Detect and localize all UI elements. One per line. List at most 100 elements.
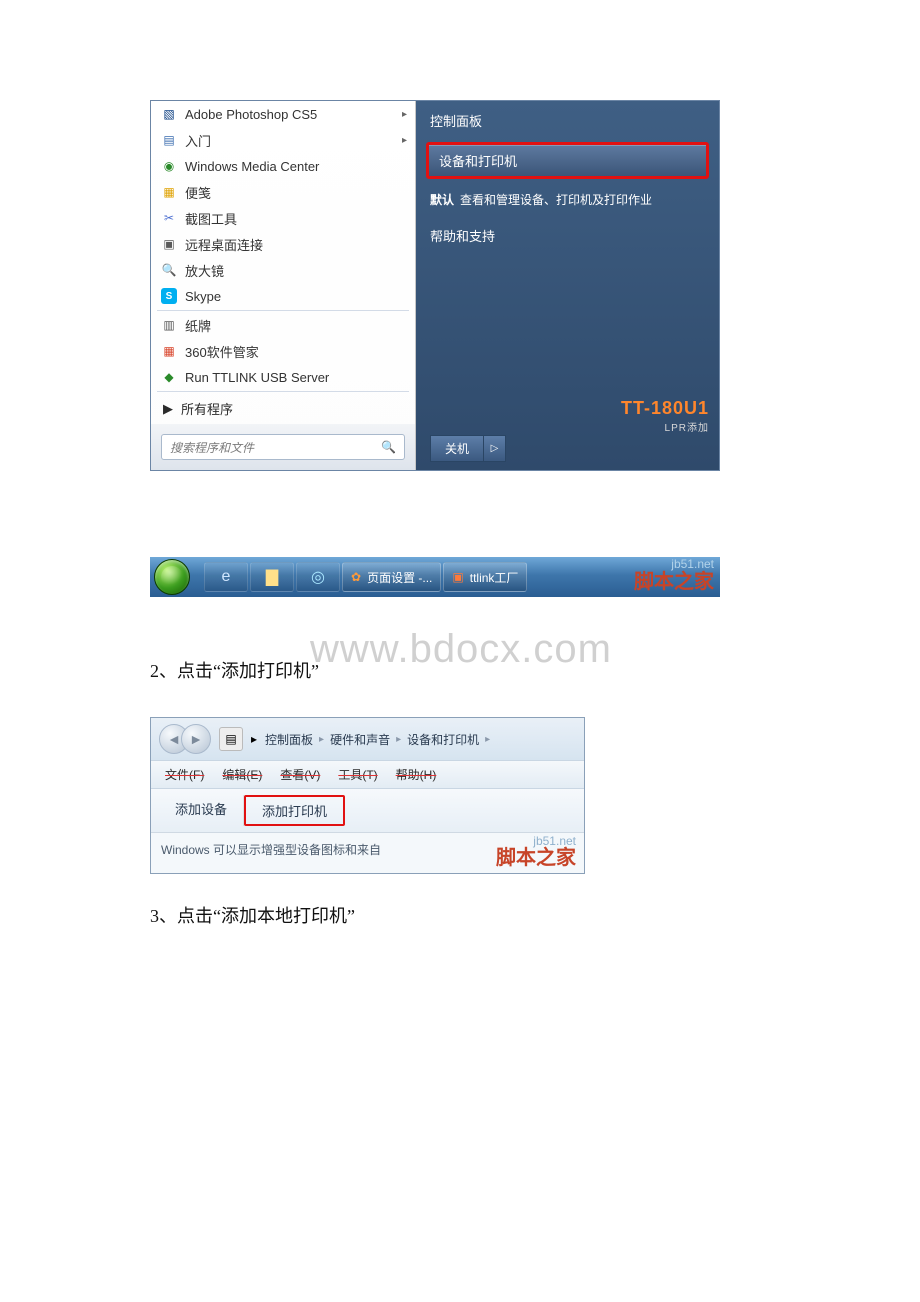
menu-file[interactable]: 文件(F) [157,764,212,785]
start-menu-right-panel: 控制面板 设备和打印机 默认 查看和管理设备、打印机及打印作业 帮助和支持 TT… [416,101,719,470]
scissors-icon: ✂ [161,210,177,226]
shutdown-button[interactable]: 关机 [430,435,484,462]
default-label: 默认 [430,191,454,208]
start-menu-left-panel: ▧ Adobe Photoshop CS5 ▸ ▤ 入门 ▸ ◉ Windows… [151,101,416,470]
info-text: Windows 可以显示增强型设备图标和来自 [161,843,381,857]
separator [157,391,409,392]
prog-label: 截图工具 [185,209,237,228]
info-bar: Windows 可以显示增强型设备图标和来自 jb51.net 脚本之家 [151,833,584,873]
watermark-brand: 脚本之家 [634,571,714,593]
prog-item-360[interactable]: ▦ 360软件管家 [151,338,415,364]
command-bar: 添加设备 添加打印机 [151,789,584,833]
shutdown-more-button[interactable]: ▷ [484,435,506,462]
default-desc: 查看和管理设备、打印机及打印作业 [460,191,652,208]
location-icon: ▤ [219,727,243,751]
watermark-jb51: jb51.net 脚本之家 [496,835,576,869]
prog-item-getting-started[interactable]: ▤ 入门 ▸ [151,127,415,153]
photoshop-icon: ▧ [161,106,177,122]
magnifier-icon: 🔍 [161,262,177,278]
task-label: ttlink工厂 [470,569,519,586]
menu-bar: 文件(F) 编辑(E) 查看(V) 工具(T) 帮助(H) [151,760,584,789]
brand-watermark: TT-180U1 LPR添加 [621,398,709,434]
prog-label: 放大镜 [185,261,224,280]
gear-icon: ✿ [351,570,361,584]
wmc-icon: ◉ [161,158,177,174]
brand-subtitle: LPR添加 [621,419,709,434]
all-programs-label: 所有程序 [181,399,233,418]
start-button[interactable] [154,559,190,595]
prog-label: 远程桌面连接 [185,235,263,254]
control-panel-label: 控制面板 [430,114,482,129]
breadcrumb-control-panel[interactable]: 控制面板 [265,731,313,748]
menu-edit[interactable]: 编辑(E) [214,764,270,785]
shutdown-group: 关机 ▷ [430,435,506,462]
screenshot-start-menu: ▧ Adobe Photoshop CS5 ▸ ▤ 入门 ▸ ◉ Windows… [150,100,770,597]
shutdown-label: 关机 [445,442,469,456]
prog-label: 便笺 [185,183,211,202]
search-icon: 🔍 [381,440,396,454]
ttlink-icon: ◆ [161,369,177,385]
add-device-button[interactable]: 添加设备 [159,795,244,826]
taskbar-browser-icon[interactable]: ◎ [296,562,340,592]
separator [157,310,409,311]
all-programs[interactable]: ▶ 所有程序 [151,393,415,424]
rdp-icon: ▣ [161,236,177,252]
step-3-text: 3、点击“添加本地打印机” [150,902,770,928]
menu-help[interactable]: 帮助(H) [388,764,445,785]
devices-printers-label: 设备和打印机 [439,154,517,169]
menu-control-panel[interactable]: 控制面板 [422,107,713,134]
search-placeholder: 搜索程序和文件 [170,439,254,456]
task-label: 页面设置 -... [367,569,432,586]
submenu-arrow-icon: ▸ [402,135,407,146]
search-input[interactable]: 搜索程序和文件 🔍 [161,434,405,460]
prog-item-photoshop[interactable]: ▧ Adobe Photoshop CS5 ▸ [151,101,415,127]
menu-tools[interactable]: 工具(T) [330,764,385,785]
prog-label: Windows Media Center [185,159,319,174]
menu-devices-printers[interactable]: 设备和打印机 [426,142,709,179]
prog-label: 360软件管家 [185,342,259,361]
nav-forward-button[interactable]: ► [181,724,211,754]
breadcrumb-hardware-sound[interactable]: 硬件和声音 [330,731,390,748]
chevron-right-icon: ▸ [485,734,490,745]
chevron-right-icon: ▷ [491,443,499,454]
taskbar-task-ttlink[interactable]: ▣ ttlink工厂 [443,562,527,592]
screenshot-devices-printers: ◄ ► ▤ ▸ 控制面板 ▸ 硬件和声音 ▸ 设备和打印机 ▸ 文件(F) 编辑… [150,717,585,874]
breadcrumb-devices-printers[interactable]: 设备和打印机 [407,731,479,748]
menu-help-support[interactable]: 帮助和支持 [422,222,713,249]
prog-item-solitaire[interactable]: ▥ 纸牌 [151,312,415,338]
watermark-url: jb51.net [634,558,714,571]
chevron-right-icon: ▸ [251,732,257,746]
step-2-text: 2、点击“添加打印机” [150,657,770,683]
help-support-label: 帮助和支持 [430,229,495,244]
brand-name: TT-180U1 [621,398,709,419]
prog-item-magnifier[interactable]: 🔍 放大镜 [151,257,415,283]
taskbar-explorer-icon[interactable]: ▇ [250,562,294,592]
prog-item-ttlink[interactable]: ◆ Run TTLINK USB Server [151,364,415,390]
prog-label: Run TTLINK USB Server [185,370,329,385]
note-icon: ▦ [161,184,177,200]
taskbar: e ▇ ◎ ✿ 页面设置 -... ▣ ttlink工厂 jb51.net 脚本… [150,557,720,597]
skype-icon: S [161,288,177,304]
address-bar: ◄ ► ▤ ▸ 控制面板 ▸ 硬件和声音 ▸ 设备和打印机 ▸ [151,718,584,760]
prog-label: Adobe Photoshop CS5 [185,107,317,122]
menu-view[interactable]: 查看(V) [272,764,328,785]
chevron-right-icon: ▶ [163,401,173,417]
prog-label: Skype [185,289,221,304]
taskbar-task-pagesetup[interactable]: ✿ 页面设置 -... [342,562,441,592]
add-printer-button[interactable]: 添加打印机 [244,795,345,826]
cards-icon: ▥ [161,317,177,333]
search-area: 搜索程序和文件 🔍 [151,424,415,470]
taskbar-ie-icon[interactable]: e [204,562,248,592]
360-icon: ▦ [161,343,177,359]
prog-item-snipping[interactable]: ✂ 截图工具 [151,205,415,231]
prog-item-rdp[interactable]: ▣ 远程桌面连接 [151,231,415,257]
chevron-right-icon: ▸ [319,734,324,745]
prog-label: 纸牌 [185,316,211,335]
prog-item-skype[interactable]: S Skype [151,283,415,309]
watermark-brand: 脚本之家 [496,848,576,869]
prog-item-wmc[interactable]: ◉ Windows Media Center [151,153,415,179]
watermark-jb51: jb51.net 脚本之家 [634,558,714,593]
submenu-arrow-icon: ▸ [402,109,407,120]
file-icon: ▤ [161,132,177,148]
prog-item-sticky-notes[interactable]: ▦ 便笺 [151,179,415,205]
